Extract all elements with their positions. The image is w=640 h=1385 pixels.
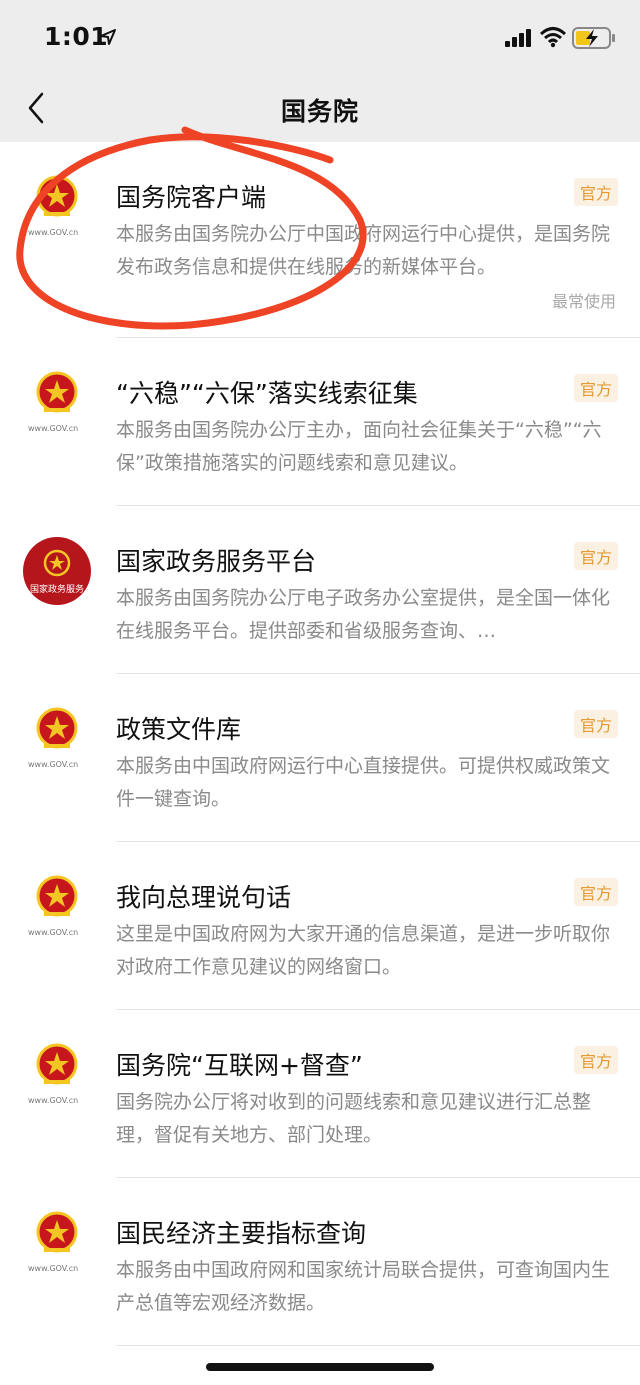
official-badge: 官方 [573,1046,618,1074]
item-description: 国务院办公厅将对收到的问题线索和意见建议进行汇总整理，督促有关地方、部门处理。 [116,1091,592,1146]
item-description: 本服务由中国政府网运行中心直接提供。可提供权威政策文件一键查询。 [116,755,611,810]
list-item[interactable]: www.GOV.cn “六稳”“六保”落实线索征集 官方 本服务由国务院办公厅主… [0,338,640,506]
cellular-signal-icon [505,29,531,47]
list-item[interactable]: www.GOV.cn 国民经济主要指标查询 本服务由中国政府网和国家统计局联合提… [0,1178,640,1346]
item-title: 国家政务服务平台 [116,547,317,576]
item-description: 本服务由国务院办公厅中国政府网运行中心提供，是国务院发布政务信息和提供在线服务的… [116,223,611,278]
official-badge: 官方 [573,710,618,738]
item-title: “六稳”“六保”落实线索征集 [116,379,418,408]
item-description: 这里是中国政府网为大家开通的信息渠道，是进一步听取你对政府工作意见建议的网络窗口… [116,923,611,978]
item-description: 本服务由国务院办公厅电子政务办公室提供，是全国一体化在线服务平台。提供部委和省级… [116,587,611,642]
list-item[interactable]: 国家政务服务 国家政务服务平台 官方 本服务由国务院办公厅电子政务办公室提供，是… [0,506,640,674]
item-title: 政策文件库 [116,715,242,744]
official-badge: 官方 [573,178,618,206]
item-title: 国民经济主要指标查询 [116,1219,367,1248]
logo-caption: www.GOV.cn [28,228,79,237]
gov-service-emblem-icon [23,537,91,605]
logo-caption: www.GOV.cn [28,424,79,433]
home-indicator [206,1363,434,1371]
service-list: www.GOV.cn 国务院客户端 官方 本服务由国务院办公厅中国政府网运行中心… [0,142,640,1346]
logo-caption: www.GOV.cn [28,928,79,937]
item-description: 本服务由国务院办公厅主办，面向社会征集关于“六稳”“六保”政策措施落实的问题线索… [116,419,602,474]
item-title: 国务院“互联网+督查” [116,1051,363,1080]
list-item[interactable]: www.GOV.cn 国务院客户端 官方 本服务由国务院办公厅中国政府网运行中心… [0,142,640,338]
list-item[interactable]: www.GOV.cn 我向总理说句话 官方 这里是中国政府网为大家开通的信息渠道… [0,842,640,1010]
item-title: 我向总理说句话 [116,883,292,912]
official-badge: 官方 [573,878,618,906]
wifi-icon [540,27,566,48]
official-badge: 官方 [573,542,618,570]
logo-caption: 国家政务服务 [30,585,85,595]
logo-caption: www.GOV.cn [28,1096,79,1105]
location-arrow-icon [100,29,116,45]
item-description: 本服务由中国政府网和国家统计局联合提供，可查询国内生产总值等宏观经济数据。 [116,1259,611,1314]
logo-caption: www.GOV.cn [28,760,79,769]
item-title: 国务院客户端 [116,183,267,212]
nav-bar: 国务院 [0,76,640,142]
status-time: 1:01 [44,22,109,51]
page-title: 国务院 [280,97,359,126]
logo-caption: www.GOV.cn [28,1264,79,1273]
battery-charging-icon [572,27,615,49]
list-item[interactable]: www.GOV.cn 国务院“互联网+督查” 官方 国务院办公厅将对收到的问题线… [0,1010,640,1178]
status-bar: 1:01 [0,0,640,76]
divider [116,1345,640,1346]
list-item[interactable]: www.GOV.cn 政策文件库 官方 本服务由中国政府网运行中心直接提供。可提… [0,674,640,842]
most-used-label: 最常使用 [551,292,616,311]
official-badge: 官方 [573,374,618,402]
